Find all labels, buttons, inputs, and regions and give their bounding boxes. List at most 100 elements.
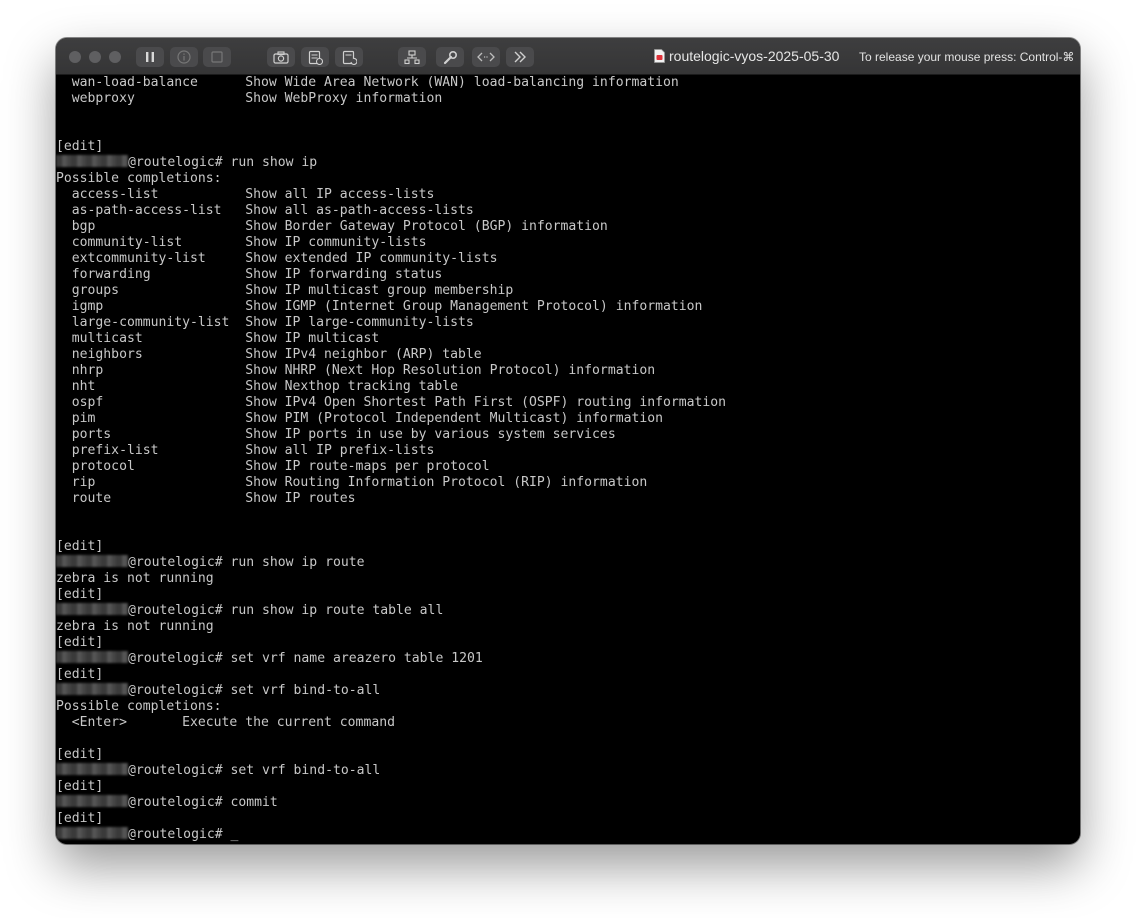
close-window-button[interactable] bbox=[69, 51, 81, 63]
terminal-line-text: @routelogic# bbox=[128, 827, 231, 842]
terminal-line: ospf Show IPv4 Open Shortest Path First … bbox=[56, 395, 726, 411]
terminal-line: [edit] bbox=[56, 779, 726, 795]
terminal-line-text: rip Show Routing Information Protocol (R… bbox=[56, 475, 648, 490]
wrench-icon bbox=[443, 50, 457, 64]
terminal-line: bgp Show Border Gateway Protocol (BGP) i… bbox=[56, 219, 726, 235]
terminal-line: groups Show IP multicast group membershi… bbox=[56, 283, 726, 299]
terminal-cursor: _ bbox=[230, 827, 239, 842]
terminal-line: wan-load-balance Show Wide Area Network … bbox=[56, 75, 726, 91]
terminal-line-text: community-list Show IP community-lists bbox=[56, 235, 427, 250]
terminal-line: extcommunity-list Show extended IP commu… bbox=[56, 251, 726, 267]
settings-button[interactable] bbox=[436, 47, 464, 67]
network-icon bbox=[404, 49, 420, 64]
terminal-prompt-line: @routelogic# run show ip route table all bbox=[56, 603, 726, 619]
pause-button[interactable] bbox=[136, 47, 164, 67]
more-button[interactable] bbox=[506, 47, 534, 67]
terminal-prompt-line: @routelogic# set vrf name areazero table… bbox=[56, 651, 726, 667]
terminal-line: community-list Show IP community-lists bbox=[56, 235, 726, 251]
terminal-prompt-line: @routelogic# commit bbox=[56, 795, 726, 811]
terminal-screen[interactable]: wan-load-balance Show Wide Area Network … bbox=[56, 75, 1080, 844]
restore-snapshot-button[interactable] bbox=[335, 47, 363, 67]
terminal-line: route Show IP routes bbox=[56, 491, 726, 507]
terminal-line: zebra is not running bbox=[56, 571, 726, 587]
terminal-line-text: [edit] bbox=[56, 635, 104, 650]
terminal-line-text: [edit] bbox=[56, 539, 104, 554]
terminal-line-text: @routelogic# commit bbox=[128, 795, 278, 810]
snapshot-button[interactable] bbox=[301, 47, 329, 67]
terminal-line-text: Possible completions: bbox=[56, 171, 222, 186]
terminal-line: igmp Show IGMP (Internet Group Managemen… bbox=[56, 299, 726, 315]
terminal-prompt-line: @routelogic# set vrf bind-to-all bbox=[56, 763, 726, 779]
terminal-line: ports Show IP ports in use by various sy… bbox=[56, 427, 726, 443]
redacted-username bbox=[56, 827, 128, 839]
terminal-line-text: pim Show PIM (Protocol Independent Multi… bbox=[56, 411, 663, 426]
mouse-release-hint: To release your mouse press: Control-⌘ bbox=[859, 50, 1075, 64]
terminal-line-text: multicast Show IP multicast bbox=[56, 331, 380, 346]
terminal-line-text: wan-load-balance Show Wide Area Network … bbox=[56, 75, 679, 90]
window-title: routelogic-vyos-2025-05-30 bbox=[669, 48, 840, 64]
redacted-username bbox=[56, 683, 128, 695]
terminal-line-text: @routelogic# set vrf bind-to-all bbox=[128, 763, 381, 778]
terminal-line-text: [edit] bbox=[56, 747, 104, 762]
terminal-line-text: large-community-list Show IP large-commu… bbox=[56, 315, 474, 330]
terminal-line: webproxy Show WebProxy information bbox=[56, 91, 726, 107]
terminal-line-text: as-path-access-list Show all as-path-acc… bbox=[56, 203, 474, 218]
terminal-line-text: [edit] bbox=[56, 587, 104, 602]
code-icon bbox=[477, 52, 495, 62]
snapshot-icon bbox=[308, 50, 323, 65]
terminal-line-text: [edit] bbox=[56, 667, 104, 682]
info-button[interactable] bbox=[170, 47, 198, 67]
terminal-line: [edit] bbox=[56, 667, 726, 683]
terminal-line: [edit] bbox=[56, 747, 726, 763]
terminal-line-text: nhrp Show NHRP (Next Hop Resolution Prot… bbox=[56, 363, 656, 378]
screenshot-button[interactable] bbox=[267, 47, 295, 67]
terminal-line-text: webproxy Show WebProxy information bbox=[56, 91, 443, 106]
terminal-line: <Enter> Execute the current command bbox=[56, 715, 726, 731]
terminal-line-text: access-list Show all IP access-lists bbox=[56, 187, 435, 202]
network-button[interactable] bbox=[398, 47, 426, 67]
title-bar[interactable]: routelogic-vyos-2025-05-30 To release yo… bbox=[56, 38, 1080, 75]
terminal-line-text: neighbors Show IPv4 neighbor (ARP) table bbox=[56, 347, 482, 362]
terminal-line: as-path-access-list Show all as-path-acc… bbox=[56, 203, 726, 219]
redacted-username bbox=[56, 795, 128, 807]
chevron-right-double-icon bbox=[514, 51, 526, 63]
terminal-line-text: @routelogic# run show ip route bbox=[128, 555, 365, 570]
stop-button[interactable] bbox=[203, 47, 231, 67]
terminal-line: [edit] bbox=[56, 539, 726, 555]
terminal-output: wan-load-balance Show Wide Area Network … bbox=[56, 75, 726, 843]
terminal-line-text: [edit] bbox=[56, 811, 104, 826]
terminal-line: [edit] bbox=[56, 139, 726, 155]
terminal-prompt-line: @routelogic# run show ip route bbox=[56, 555, 726, 571]
terminal-line: prefix-list Show all IP prefix-lists bbox=[56, 443, 726, 459]
info-icon bbox=[177, 50, 191, 64]
minimize-window-button[interactable] bbox=[89, 51, 101, 63]
camera-icon bbox=[273, 50, 289, 64]
redacted-username bbox=[56, 651, 128, 663]
zoom-window-button[interactable] bbox=[109, 51, 121, 63]
redacted-username bbox=[56, 603, 128, 615]
terminal-line: [edit] bbox=[56, 811, 726, 827]
terminal-line: [edit] bbox=[56, 635, 726, 651]
terminal-prompt-line: @routelogic# set vrf bind-to-all bbox=[56, 683, 726, 699]
document-icon bbox=[654, 49, 665, 63]
terminal-line-text: [edit] bbox=[56, 139, 104, 154]
terminal-line-text: zebra is not running bbox=[56, 571, 214, 586]
vm-window: routelogic-vyos-2025-05-30 To release yo… bbox=[56, 38, 1080, 844]
terminal-line: multicast Show IP multicast bbox=[56, 331, 726, 347]
terminal-line-text: zebra is not running bbox=[56, 619, 214, 634]
terminal-line-text: @routelogic# run show ip route table all bbox=[128, 603, 444, 618]
terminal-line: pim Show PIM (Protocol Independent Multi… bbox=[56, 411, 726, 427]
code-button[interactable] bbox=[472, 47, 500, 67]
terminal-prompt-line: @routelogic# run show ip bbox=[56, 155, 726, 171]
terminal-line-text: ports Show IP ports in use by various sy… bbox=[56, 427, 616, 442]
terminal-line-text: nht Show Nexthop tracking table bbox=[56, 379, 459, 394]
terminal-line: neighbors Show IPv4 neighbor (ARP) table bbox=[56, 347, 726, 363]
terminal-line: nhrp Show NHRP (Next Hop Resolution Prot… bbox=[56, 363, 726, 379]
terminal-line-text: bgp Show Border Gateway Protocol (BGP) i… bbox=[56, 219, 608, 234]
redacted-username bbox=[56, 155, 128, 167]
terminal-line-text: groups Show IP multicast group membershi… bbox=[56, 283, 514, 298]
